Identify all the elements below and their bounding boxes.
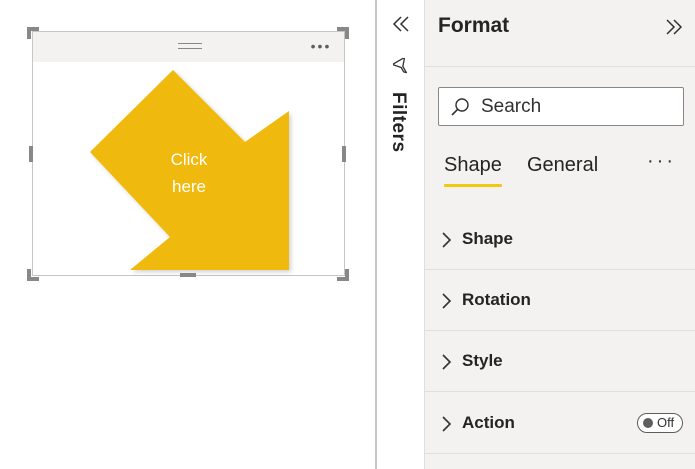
tab-general[interactable]: General xyxy=(527,154,598,188)
search-icon xyxy=(451,98,469,116)
section-shape[interactable]: Shape xyxy=(425,209,695,270)
resize-handle-bottom-left[interactable] xyxy=(27,269,39,281)
chevron-right-icon xyxy=(442,354,452,370)
format-pane-divider xyxy=(425,66,695,67)
section-action-label: Action xyxy=(462,413,515,432)
tabs-more-options-button[interactable]: ··· xyxy=(647,150,676,173)
resize-handle-left[interactable] xyxy=(29,146,33,162)
shape-text: Click here xyxy=(149,146,229,200)
filter-funnel-icon xyxy=(393,58,408,74)
format-pane: Format Shape General ··· Shape Rotation xyxy=(424,0,695,469)
resize-handle-bottom[interactable] xyxy=(180,273,196,277)
format-pane-title: Format xyxy=(438,14,510,37)
collapse-format-pane-icon[interactable] xyxy=(663,16,685,38)
chevron-right-icon xyxy=(442,293,452,309)
filters-label[interactable]: Filters xyxy=(387,92,409,153)
section-rotation-label: Rotation xyxy=(462,290,531,309)
section-rotation[interactable]: Rotation xyxy=(425,270,695,331)
search-input[interactable] xyxy=(481,94,671,120)
section-style-label: Style xyxy=(462,351,503,370)
resize-handle-top-right[interactable] xyxy=(337,27,349,39)
resize-handle-top-left[interactable] xyxy=(27,27,39,39)
tab-general-label: General xyxy=(527,154,599,176)
resize-handle-right[interactable] xyxy=(342,146,346,162)
action-toggle-label: Off xyxy=(657,415,675,430)
tab-shape-label: Shape xyxy=(444,154,502,176)
filters-pane: Filters xyxy=(375,0,424,469)
report-canvas: ••• Click here xyxy=(0,0,375,469)
search-box[interactable] xyxy=(438,87,684,126)
toggle-knob xyxy=(643,418,653,428)
chevron-right-icon xyxy=(442,416,452,432)
section-style[interactable]: Style xyxy=(425,331,695,392)
shape-visual[interactable]: ••• Click here xyxy=(32,31,345,276)
section-action[interactable]: Action Off xyxy=(425,393,695,454)
chevron-right-icon xyxy=(442,232,452,248)
tab-shape[interactable]: Shape xyxy=(444,154,502,188)
expand-filters-icon[interactable] xyxy=(389,12,413,36)
resize-handle-bottom-right[interactable] xyxy=(337,269,349,281)
section-shape-label: Shape xyxy=(462,229,514,248)
action-toggle[interactable]: Off xyxy=(637,413,683,433)
shape-text-line-2: here xyxy=(171,177,207,196)
shape-text-line-1: Click xyxy=(170,150,208,169)
active-tab-indicator xyxy=(444,184,502,187)
